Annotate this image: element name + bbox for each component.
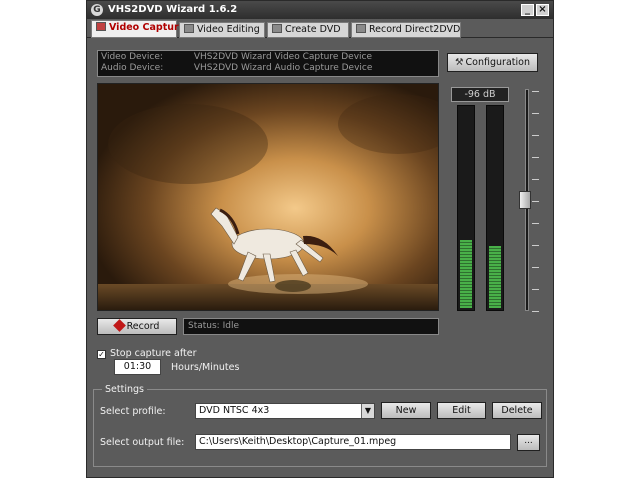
tab-label: Video Capture (109, 22, 186, 33)
configuration-label: Configuration (465, 57, 530, 68)
audio-meter-left (457, 105, 475, 311)
title-bar[interactable]: G VHS2DVD Wizard 1.6.2 _ × (87, 1, 553, 19)
status-bar: Status: Idle (183, 318, 439, 335)
slider-tick (532, 311, 539, 312)
capture-icon (96, 22, 106, 31)
meter-right-fill (489, 246, 501, 308)
record-disc-icon (356, 24, 366, 33)
app-window: G VHS2DVD Wizard 1.6.2 _ × Video Capture… (86, 0, 554, 478)
audio-device-label: Audio Device: (101, 63, 164, 73)
tab-label: Create DVD (285, 24, 341, 35)
disc-icon (272, 24, 282, 33)
record-icon (112, 319, 126, 332)
slider-tick (532, 135, 539, 136)
video-frame-image (98, 84, 438, 310)
tab-label: Record Direct2DVD (369, 24, 461, 35)
stop-capture-checkbox[interactable]: ✓ (97, 350, 106, 359)
tab-label: Video Editing (197, 24, 260, 35)
video-device-value: VHS2DVD Wizard Video Capture Device (193, 52, 373, 62)
edit-profile-button[interactable]: Edit (437, 402, 486, 419)
record-button[interactable]: Record (97, 318, 177, 335)
time-unit-label: Hours/Minutes (171, 362, 240, 373)
film-icon (184, 24, 194, 33)
slider-tick (532, 179, 539, 180)
settings-legend: Settings (102, 384, 147, 395)
profile-value: DVD NTSC 4x3 (199, 405, 270, 416)
meter-left-fill (460, 240, 472, 308)
tab-bar: Video Capture Video Editing Create DVD R… (87, 20, 553, 38)
output-file-label: Select output file: (100, 437, 185, 448)
minimize-button[interactable]: _ (521, 4, 534, 16)
profile-label: Select profile: (100, 406, 166, 417)
tab-record-direct2dvd[interactable]: Record Direct2DVD (351, 22, 461, 38)
window-title: VHS2DVD Wizard 1.6.2 (108, 4, 238, 15)
app-icon: G (91, 4, 103, 16)
record-label: Record (126, 321, 160, 332)
audio-device-value: VHS2DVD Wizard Audio Capture Device (193, 63, 373, 73)
tab-video-editing[interactable]: Video Editing (179, 22, 265, 38)
tab-video-capture[interactable]: Video Capture (91, 20, 185, 38)
delete-profile-button[interactable]: Delete (492, 402, 542, 419)
audio-meter-right (486, 105, 504, 311)
slider-tick (532, 289, 539, 290)
slider-tick (532, 267, 539, 268)
slider-tick (532, 223, 539, 224)
configuration-button[interactable]: ⚒ Configuration (447, 53, 538, 72)
browse-button[interactable]: ... (517, 434, 540, 451)
slider-tick (532, 201, 539, 202)
stop-capture-label: Stop capture after (110, 348, 197, 359)
video-preview (97, 83, 439, 311)
close-button[interactable]: × (536, 4, 549, 16)
slider-tick (532, 157, 539, 158)
stop-capture-row[interactable]: ✓ Stop capture after (97, 348, 196, 359)
profile-select[interactable]: DVD NTSC 4x3 ▼ (195, 403, 375, 419)
stop-capture-time-input[interactable]: 01:30 (114, 359, 161, 375)
settings-group: Settings Select profile: DVD NTSC 4x3 ▼ … (93, 384, 547, 467)
wrench-icon: ⚒ (455, 57, 464, 68)
slider-tick (532, 245, 539, 246)
slider-tick (532, 113, 539, 114)
dropdown-arrow-icon[interactable]: ▼ (361, 404, 374, 418)
device-info-panel: Video Device: VHS2DVD Wizard Video Captu… (97, 50, 439, 77)
output-file-input[interactable]: C:\Users\Keith\Desktop\Capture_01.mpeg (195, 434, 511, 450)
tab-create-dvd[interactable]: Create DVD (267, 22, 349, 38)
slider-tick (532, 91, 539, 92)
volume-slider-thumb[interactable] (519, 191, 531, 209)
video-device-label: Video Device: (101, 52, 163, 62)
db-readout: -96 dB (451, 87, 509, 102)
new-profile-button[interactable]: New (381, 402, 431, 419)
